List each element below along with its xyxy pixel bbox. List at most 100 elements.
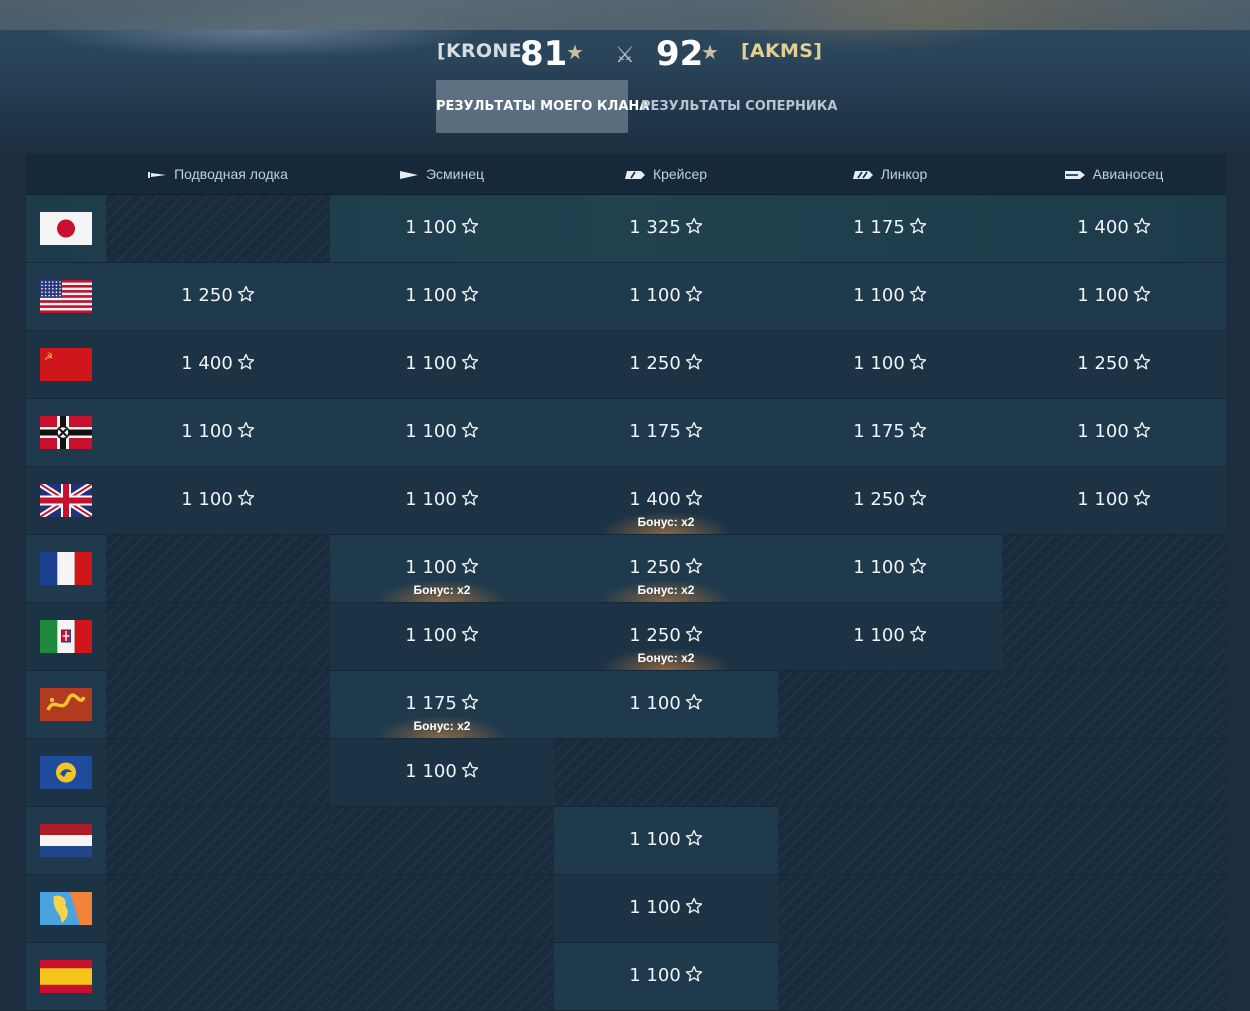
empty-cell-submarine [106, 535, 330, 602]
reward-cell-submarine[interactable]: 1 100 [106, 399, 330, 466]
reward-cell-destroyer[interactable]: 1 100 [330, 603, 554, 670]
enemy-clan-tag[interactable]: [AKMS] [741, 40, 822, 62]
reward-cell-cruiser[interactable]: 1 250 [554, 331, 778, 398]
reward-cell-aircraft-carrier[interactable]: 1 100 [1002, 467, 1226, 534]
reward-cell-destroyer[interactable]: 1 100 [330, 263, 554, 330]
column-header-cruiser: Крейсер [554, 154, 778, 194]
table-row: 1 100 [26, 739, 1226, 807]
reward-value: 1 100 [330, 489, 554, 510]
table-row: ☭ 1 400 1 100 1 250 1 100 1 250 [26, 331, 1226, 399]
pan-america-flag-icon [40, 892, 92, 925]
reward-value: 1 100 [554, 693, 778, 714]
empty-cell-aircraft-carrier [1002, 807, 1226, 874]
empty-cell-submarine [106, 875, 330, 942]
reward-value: 1 175 [778, 217, 1002, 238]
reward-amount: 1 250 [1077, 353, 1129, 374]
empty-cell-submarine [106, 603, 330, 670]
reward-value: 1 100 [330, 625, 554, 646]
reward-cell-destroyer[interactable]: 1 100 [330, 331, 554, 398]
column-header-label: Крейсер [652, 166, 708, 182]
reward-value: 1 100 [330, 421, 554, 442]
reward-cell-cruiser[interactable]: 1 100 [554, 943, 778, 1010]
reward-cell-aircraft-carrier[interactable]: 1 100 [1002, 399, 1226, 466]
netherlands-flag-icon [40, 824, 92, 857]
own-clan-tag[interactable]: [KRONE] [437, 40, 531, 62]
reward-cell-cruiser[interactable]: 1 250 Бонус: x2 [554, 535, 778, 602]
table-row: 1 250 1 100 1 100 1 100 1 100 [26, 263, 1226, 331]
bonus-label: Бонус: x2 [413, 583, 471, 597]
star-icon [461, 761, 479, 779]
tab-enemy-results[interactable]: Результаты соперника [641, 80, 838, 133]
reward-cell-battleship[interactable]: 1 175 [778, 399, 1002, 466]
destroyer-class-icon [399, 170, 418, 180]
star-icon [685, 285, 703, 303]
reward-amount: 1 100 [629, 693, 681, 714]
reward-cell-cruiser[interactable]: 1 100 [554, 807, 778, 874]
star-icon [909, 489, 927, 507]
pan-asia-flag-icon [40, 688, 92, 721]
reward-cell-cruiser[interactable]: 1 100 [554, 263, 778, 330]
usa-flag-icon [40, 280, 92, 313]
reward-value: 1 100 [1002, 421, 1226, 442]
star-icon [1133, 353, 1151, 371]
reward-cell-submarine[interactable]: 1 400 [106, 331, 330, 398]
tab-my-clan-results[interactable]: Результаты моего клана [436, 80, 649, 133]
reward-cell-destroyer[interactable]: 1 100 [330, 467, 554, 534]
reward-cell-cruiser[interactable]: 1 250 Бонус: x2 [554, 603, 778, 670]
reward-value: 1 175 [330, 693, 554, 714]
clan-score-row: [KRONE] 81 ★ ⚔ 92 ★ [AKMS] [0, 34, 1250, 74]
svg-text:☭: ☭ [44, 352, 53, 363]
reward-cell-battleship[interactable]: 1 175 [778, 195, 1002, 262]
reward-amount: 1 250 [629, 625, 681, 646]
star-icon [461, 625, 479, 643]
star-icon [909, 557, 927, 575]
reward-cell-submarine[interactable]: 1 100 [106, 467, 330, 534]
reward-amount: 1 100 [181, 421, 233, 442]
table-row: 1 100 1 100 1 400 Бонус: x2 1 250 1 100 [26, 467, 1226, 535]
reward-amount: 1 100 [405, 353, 457, 374]
reward-cell-destroyer[interactable]: 1 100 [330, 399, 554, 466]
reward-amount: 1 100 [405, 761, 457, 782]
reward-value: 1 250 [554, 353, 778, 374]
column-header-aircraft-carrier: Авианосец [1002, 154, 1226, 194]
reward-cell-cruiser[interactable]: 1 100 [554, 671, 778, 738]
reward-cell-battleship[interactable]: 1 100 [778, 263, 1002, 330]
star-icon [909, 353, 927, 371]
reward-cell-destroyer[interactable]: 1 100 Бонус: x2 [330, 535, 554, 602]
japan-flag-icon [40, 212, 92, 245]
star-icon [909, 285, 927, 303]
reward-cell-aircraft-carrier[interactable]: 1 250 [1002, 331, 1226, 398]
reward-cell-cruiser[interactable]: 1 325 [554, 195, 778, 262]
reward-cell-submarine[interactable]: 1 250 [106, 263, 330, 330]
reward-cell-battleship[interactable]: 1 100 [778, 603, 1002, 670]
reward-cell-cruiser[interactable]: 1 400 Бонус: x2 [554, 467, 778, 534]
column-header-destroyer: Эсминец [330, 154, 554, 194]
reward-cell-aircraft-carrier[interactable]: 1 100 [1002, 263, 1226, 330]
star-icon [685, 965, 703, 983]
reward-value: 1 250 [1002, 353, 1226, 374]
table-row: 1 100 [26, 807, 1226, 875]
empty-cell-aircraft-carrier [1002, 603, 1226, 670]
star-icon [685, 625, 703, 643]
reward-cell-battleship[interactable]: 1 250 [778, 467, 1002, 534]
reward-cell-cruiser[interactable]: 1 175 [554, 399, 778, 466]
star-icon [237, 353, 255, 371]
enemy-clan-score: 92 [656, 34, 704, 74]
star-icon [685, 897, 703, 915]
reward-amount: 1 250 [181, 285, 233, 306]
reward-cell-aircraft-carrier[interactable]: 1 400 [1002, 195, 1226, 262]
reward-value: 1 100 [330, 557, 554, 578]
reward-cell-destroyer[interactable]: 1 175 Бонус: x2 [330, 671, 554, 738]
reward-value: 1 400 [106, 353, 330, 374]
reward-value: 1 100 [554, 897, 778, 918]
reward-cell-destroyer[interactable]: 1 100 [330, 195, 554, 262]
reward-cell-battleship[interactable]: 1 100 [778, 535, 1002, 602]
reward-value: 1 100 [330, 353, 554, 374]
reward-cell-destroyer[interactable]: 1 100 [330, 739, 554, 806]
empty-cell-battleship [778, 943, 1002, 1010]
table-row: 1 100 [26, 943, 1226, 1011]
star-icon [1133, 285, 1151, 303]
empty-cell-aircraft-carrier [1002, 739, 1226, 806]
reward-cell-battleship[interactable]: 1 100 [778, 331, 1002, 398]
reward-cell-cruiser[interactable]: 1 100 [554, 875, 778, 942]
